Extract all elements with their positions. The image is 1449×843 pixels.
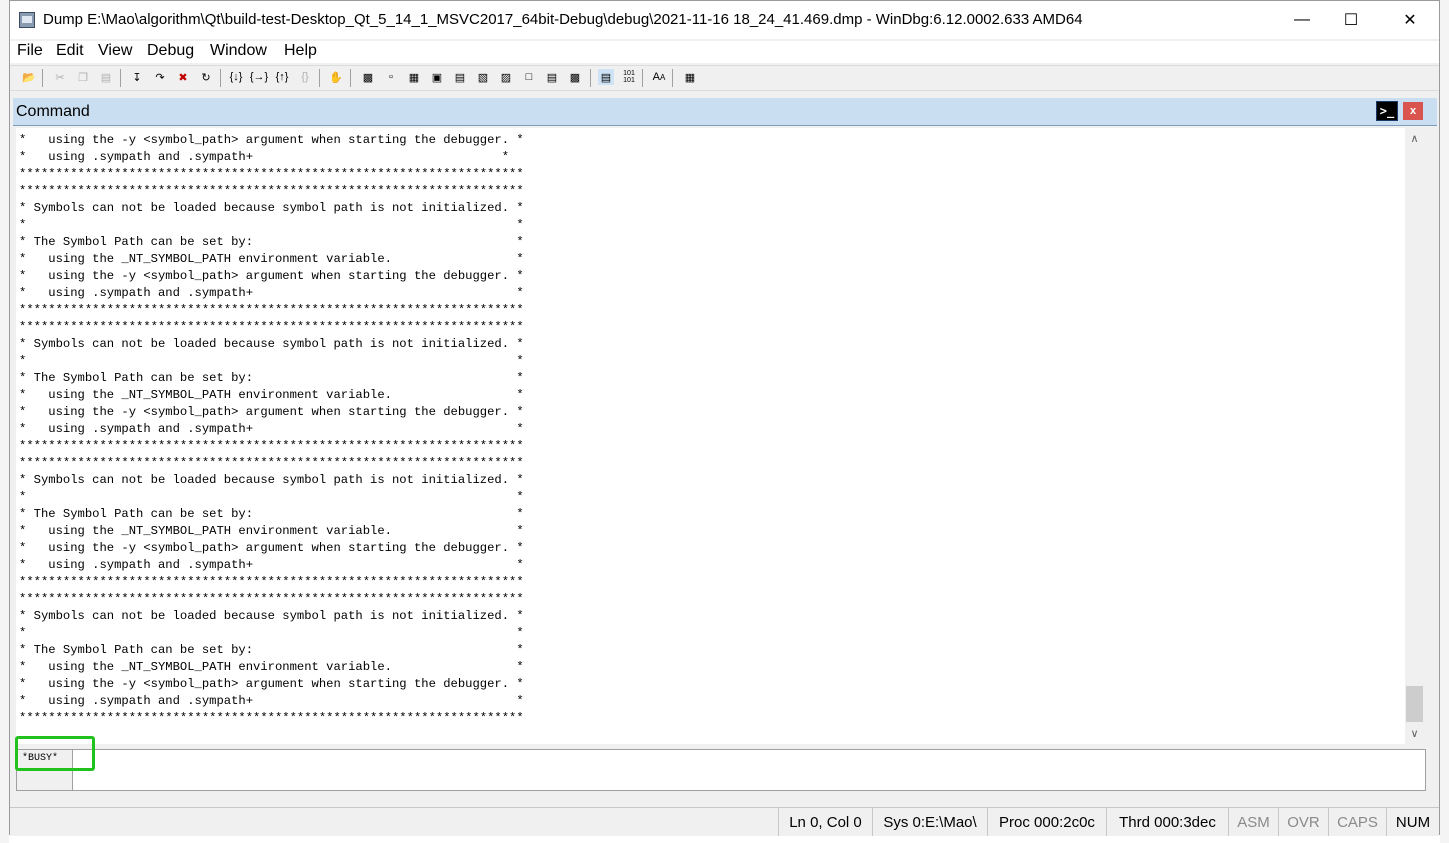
command-panel-titlebar[interactable]: Command >_ x [13, 98, 1437, 126]
status-proc: Proc 000:2c0c [987, 808, 1106, 836]
copy-icon[interactable]: ❐ [75, 69, 91, 85]
background-right-edge [1440, 0, 1449, 843]
status-ovr: OVR [1278, 808, 1328, 836]
menu-bar: File Edit View Debug Window Help [10, 41, 1439, 63]
minimize-button[interactable]: — [1279, 1, 1325, 39]
toolbar-separator [120, 69, 121, 87]
toolbar-separator [350, 69, 351, 87]
step-out-icon[interactable]: {↓} [228, 69, 244, 85]
menu-file[interactable]: File [17, 42, 43, 60]
scroll-up-arrow-icon[interactable]: ∧ [1405, 130, 1424, 147]
windbg-app-icon [19, 12, 35, 28]
status-caps: CAPS [1328, 808, 1386, 836]
source-window-icon[interactable]: ▩ [567, 69, 583, 85]
command-close-button[interactable]: x [1403, 102, 1423, 120]
scratch-pad-icon[interactable]: □ [521, 69, 537, 85]
toolbar-separator [590, 69, 591, 87]
open-icon[interactable]: 📂 [21, 69, 37, 85]
hex-mode-icon[interactable]: 101 101 [621, 69, 637, 85]
command-panel-title: Command [16, 103, 90, 120]
font-icon[interactable]: AA [651, 69, 667, 85]
status-thrd: Thrd 000:3dec [1106, 808, 1228, 836]
close-button[interactable]: ✕ [1387, 1, 1433, 39]
status-sys: Sys 0:E:\Mao\ [872, 808, 987, 836]
step-into-icon[interactable]: ↧ [129, 69, 145, 85]
command-window-icon[interactable]: ▩ [360, 69, 376, 85]
command-input-row: *BUSY* [16, 749, 1426, 791]
command-output-text: * using the -y <symbol_path> argument wh… [19, 133, 524, 725]
output-scrollbar[interactable]: ∧ ∨ [1405, 128, 1424, 744]
busy-highlight-box [15, 736, 95, 771]
locals-window-icon[interactable]: ▦ [406, 69, 422, 85]
status-position: Ln 0, Col 0 [778, 808, 872, 836]
command-panel: Command >_ x * using the -y <symbol_path… [13, 98, 1437, 792]
command-output[interactable]: * using the -y <symbol_path> argument wh… [16, 128, 1405, 744]
status-asm: ASM [1228, 808, 1278, 836]
processes-icon[interactable]: ▤ [544, 69, 560, 85]
toolbar-separator [672, 69, 673, 87]
go-icon[interactable]: {↑} [274, 69, 290, 85]
background-left-edge [0, 0, 9, 843]
menu-edit[interactable]: Edit [56, 42, 84, 60]
toolbar-separator [319, 69, 320, 87]
source-mode-toggle-icon[interactable]: ▤ [598, 69, 614, 85]
toolbar: 📂 ✂ ❐ ▤ ↧ ↷ ✖ ↻ {↓} {→} {↑} {} ✋ ▩ ▫ ▦ ▣… [10, 65, 1439, 91]
options-icon[interactable]: ▦ [682, 69, 698, 85]
toolbar-separator [220, 69, 221, 87]
step-over-icon[interactable]: ↷ [152, 69, 168, 85]
registers-window-icon[interactable]: ▣ [429, 69, 445, 85]
toolbar-separator [642, 69, 643, 87]
break-icon[interactable]: ✖ [175, 69, 191, 85]
status-num: NUM [1386, 808, 1439, 836]
menu-window[interactable]: Window [210, 42, 267, 60]
disassembly-window-icon[interactable]: ▨ [498, 69, 514, 85]
watch-window-icon[interactable]: ▫ [383, 69, 399, 85]
windbg-window: Dump E:\Mao\algorithm\Qt\build-test-Desk… [9, 0, 1440, 836]
scrollbar-thumb[interactable] [1406, 686, 1423, 722]
toolbar-separator [42, 69, 43, 87]
scroll-down-arrow-icon[interactable]: ∨ [1405, 725, 1424, 742]
stop-icon[interactable]: {} [297, 69, 313, 85]
menu-help[interactable]: Help [284, 42, 317, 60]
restart-icon[interactable]: ↻ [198, 69, 214, 85]
hand-icon[interactable]: ✋ [328, 69, 344, 85]
maximize-button[interactable]: ☐ [1328, 1, 1374, 39]
paste-icon[interactable]: ▤ [98, 69, 114, 85]
window-title: Dump E:\Mao\algorithm\Qt\build-test-Desk… [43, 11, 1083, 28]
command-prompt-icon[interactable]: >_ [1376, 101, 1398, 121]
call-stack-icon[interactable]: ▧ [475, 69, 491, 85]
status-bar: Ln 0, Col 0 Sys 0:E:\Mao\ Proc 000:2c0c … [10, 807, 1439, 836]
memory-window-icon[interactable]: ▤ [452, 69, 468, 85]
menu-view[interactable]: View [98, 42, 132, 60]
cut-icon[interactable]: ✂ [52, 69, 68, 85]
menu-debug[interactable]: Debug [147, 42, 194, 60]
run-to-cursor-icon[interactable]: {→} [250, 69, 268, 85]
title-bar[interactable]: Dump E:\Mao\algorithm\Qt\build-test-Desk… [10, 1, 1439, 39]
command-input[interactable] [73, 750, 1425, 790]
